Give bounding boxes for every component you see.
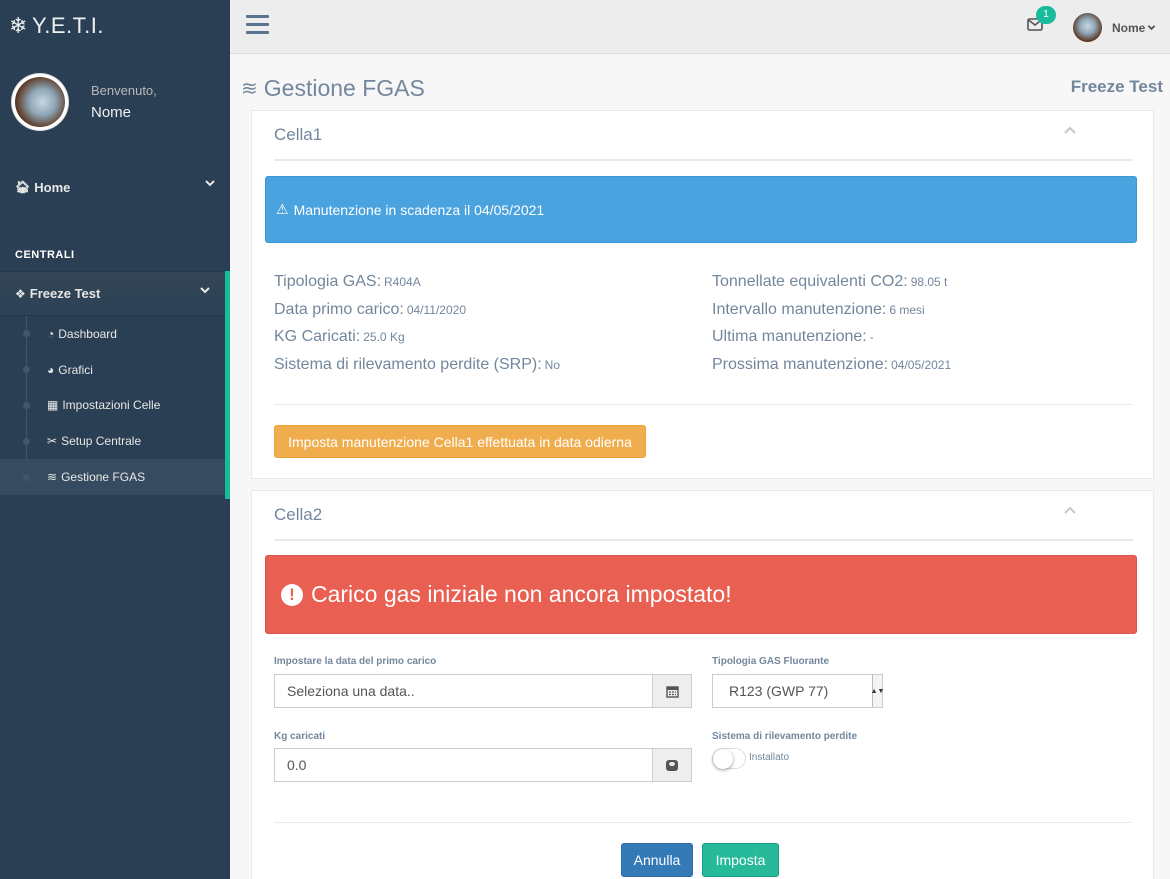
sidebar-item-label: Impostazioni Celle — [62, 398, 161, 413]
sidebar-item-home[interactable]: 🏠︎ Home — [0, 175, 230, 199]
sidebar-item-label: Dashboard — [58, 326, 117, 341]
profile-name: Nome — [91, 104, 132, 121]
chevron-down-icon — [1148, 25, 1156, 31]
exclamation-circle-icon: ! — [281, 583, 303, 606]
bullet — [23, 401, 30, 409]
panel-cella1: Cella1 ⚠ Manutenzione in scadenza il 04/… — [251, 110, 1154, 479]
sidebar-item-setup-centrale[interactable]: ✂ Setup Centrale — [0, 423, 225, 459]
sidebar-item-dashboard[interactable]: ◔ Dashboard — [0, 316, 225, 352]
sidebar-group-freeze-test: ❖ Freeze Test ◔ Dashboard ◕ Grafici ▦ Im… — [0, 271, 230, 499]
bullet — [23, 366, 30, 374]
chevron-up-icon[interactable] — [1063, 125, 1077, 135]
date-input-group: Seleziona una data.. — [274, 674, 692, 708]
calendar-icon[interactable] — [652, 674, 692, 708]
info-data-primo-carico: Data primo carico: 04/11/2020 — [274, 301, 466, 318]
sidebar-item-label: Gestione FGAS — [61, 470, 146, 485]
wind-icon: ≋ — [241, 78, 258, 100]
divider — [274, 404, 1132, 405]
date-field[interactable]: Seleziona una data.. — [274, 674, 652, 708]
info-co2: Tonnellate equivalenti CO2: 98.05 t — [712, 273, 948, 290]
info-intervallo: Intervallo manutenzione: 6 mesi — [712, 301, 925, 318]
wrench-icon: ✂ — [47, 434, 58, 449]
srp-label: Sistema di rilevamento perdite — [712, 731, 858, 742]
sidebar: ❄ Y.E.T.I. Benvenuto, Nome 🏠︎ Home CENTR… — [0, 0, 230, 879]
user-name: Nome — [1112, 20, 1146, 35]
notification-badge: 1 — [1036, 6, 1056, 24]
section-title: CENTRALI — [15, 249, 75, 261]
bullet — [23, 473, 30, 481]
divider — [274, 822, 1132, 823]
home-icon: 🏠︎ — [15, 180, 31, 194]
panel-header: Cella2 — [274, 491, 1133, 541]
bullet — [23, 330, 30, 338]
info-kg-caricati: KG Caricati: 25.0 Kg — [274, 328, 405, 345]
srp-toggle[interactable] — [712, 748, 746, 769]
gas-type-select[interactable]: R123 (GWP 77) ▲▼ — [712, 674, 884, 708]
grid-icon: ▦ — [47, 398, 59, 413]
chevron-down-icon — [205, 180, 215, 187]
page-subtitle: Freeze Test — [1070, 77, 1163, 96]
panel-title: Cella2 — [274, 505, 323, 524]
sidebar-item-label: Home — [34, 179, 71, 195]
srp-toggle-label: Installato — [749, 752, 790, 763]
panel-header: Cella1 — [274, 111, 1133, 161]
sidebar-item-gestione-fgas[interactable]: ≋ Gestione FGAS — [0, 459, 225, 495]
wind-icon: ≋ — [47, 470, 58, 485]
profile-block: Benvenuto, Nome — [12, 74, 157, 130]
brand-title: Y.E.T.I. — [31, 13, 105, 38]
maintenance-alert: ⚠ Manutenzione in scadenza il 04/05/2021 — [265, 176, 1137, 243]
kg-field[interactable]: 0.0 — [274, 748, 652, 782]
sidebar-item-grafici[interactable]: ◕ Grafici — [0, 352, 225, 388]
date-label: Impostare la data del primo carico — [274, 656, 437, 667]
gas-type-label: Tipologia GAS Fluorante — [712, 656, 830, 667]
bullet — [23, 437, 30, 445]
submit-button[interactable]: Imposta — [702, 843, 779, 877]
menu-toggle-icon[interactable] — [246, 15, 269, 39]
warning-icon: ⚠ — [276, 201, 289, 217]
weight-icon — [652, 748, 692, 782]
set-maintenance-button[interactable]: Imposta manutenzione Cella1 effettuata i… — [274, 425, 646, 458]
info-srp: Sistema di rilevamento perdite (SRP): No — [274, 356, 560, 373]
gas-type-value: R123 (GWP 77) — [729, 683, 829, 699]
sidebar-item-label: Grafici — [58, 362, 93, 377]
chevron-down-icon — [200, 287, 210, 294]
cube-icon: ❖ — [15, 286, 26, 301]
page-title: ≋ Gestione FGAS — [241, 75, 425, 102]
sidebar-item-label: Setup Centrale — [61, 434, 142, 449]
page-title-text: Gestione FGAS — [263, 75, 425, 101]
top-navbar: 1 Nome — [230, 0, 1170, 54]
info-tipologia-gas: Tipologia GAS: R404A — [274, 273, 421, 290]
cancel-button[interactable]: Annulla — [621, 843, 693, 877]
welcome-text: Benvenuto, — [91, 83, 157, 98]
brand-logo[interactable]: ❄ Y.E.T.I. — [0, 0, 230, 52]
dashboard-icon: ◔ — [47, 326, 55, 341]
info-ultima: Ultima manutenzione: - — [712, 328, 874, 345]
kg-label: Kg caricati — [274, 731, 326, 742]
alert-text: Carico gas iniziale non ancora impostato… — [311, 581, 732, 607]
avatar — [1073, 13, 1102, 42]
user-menu[interactable]: Nome — [1073, 13, 1156, 42]
sidebar-item-impostazioni-celle[interactable]: ▦ Impostazioni Celle — [0, 388, 225, 424]
info-prossima: Prossima manutenzione: 04/05/2021 — [712, 356, 952, 373]
sidebar-item-label: Freeze Test — [29, 286, 101, 301]
panel-title: Cella1 — [274, 125, 323, 144]
snowflake-icon: ❄ — [9, 13, 28, 38]
pie-chart-icon: ◕ — [47, 362, 55, 377]
gas-not-set-alert: ! Carico gas iniziale non ancora imposta… — [265, 555, 1137, 634]
panel-cella2: Cella2 ! Carico gas iniziale non ancora … — [251, 490, 1154, 879]
avatar — [12, 74, 68, 130]
select-arrow-icon: ▲▼ — [871, 675, 884, 707]
alert-text: Manutenzione in scadenza il 04/05/2021 — [293, 201, 545, 218]
kg-input-group: 0.0 — [274, 748, 692, 782]
sidebar-item-freeze-test[interactable]: ❖ Freeze Test — [0, 271, 225, 316]
chevron-up-icon[interactable] — [1063, 505, 1077, 515]
